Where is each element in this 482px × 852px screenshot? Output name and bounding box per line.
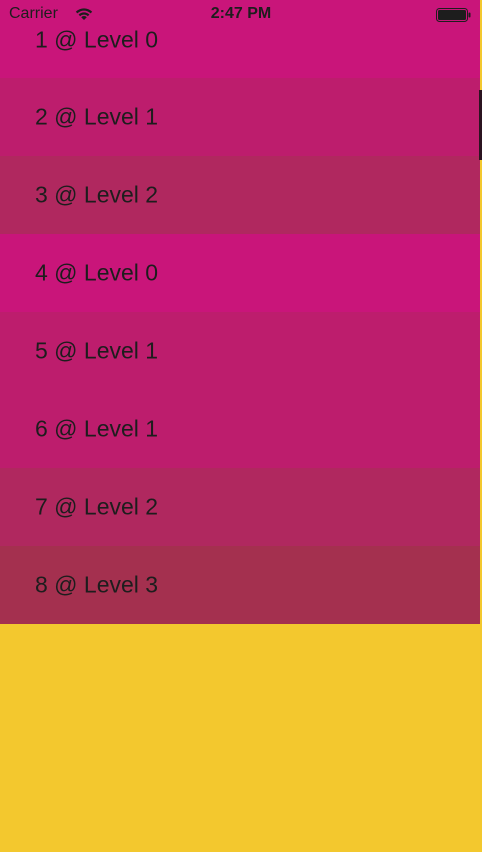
row-label: 5 @ Level 1 [35, 337, 159, 364]
status-bar: Carrier 2:47 PM [0, 0, 482, 30]
row-label: 8 @ Level 3 [35, 571, 159, 598]
clock-time: 2:47 PM [210, 5, 272, 22]
table-row[interactable]: 3 @ Level 2 [0, 156, 480, 234]
table-row[interactable]: 2 @ Level 1 [0, 78, 480, 156]
row-label: 6 @ Level 1 [35, 415, 159, 442]
row-label: 4 @ Level 0 [35, 259, 159, 286]
row-label: 2 @ Level 1 [35, 103, 159, 130]
table-row[interactable]: 7 @ Level 2 [0, 468, 480, 546]
row-label: 7 @ Level 2 [35, 493, 159, 520]
row-label: 3 @ Level 2 [35, 181, 159, 208]
table-view[interactable]: 1 @ Level 0 2 @ Level 1 3 @ Level 2 4 @ … [0, 0, 480, 624]
table-row[interactable]: 8 @ Level 3 [0, 546, 480, 624]
app-screen: 1 @ Level 0 2 @ Level 1 3 @ Level 2 4 @ … [0, 0, 482, 852]
table-row[interactable]: 4 @ Level 0 [0, 234, 480, 312]
table-row[interactable]: 5 @ Level 1 [0, 312, 480, 390]
battery-icon [436, 8, 472, 22]
empty-background [0, 624, 482, 852]
row-label: 1 @ Level 0 [35, 26, 159, 53]
table-row[interactable]: 6 @ Level 1 [0, 390, 480, 468]
